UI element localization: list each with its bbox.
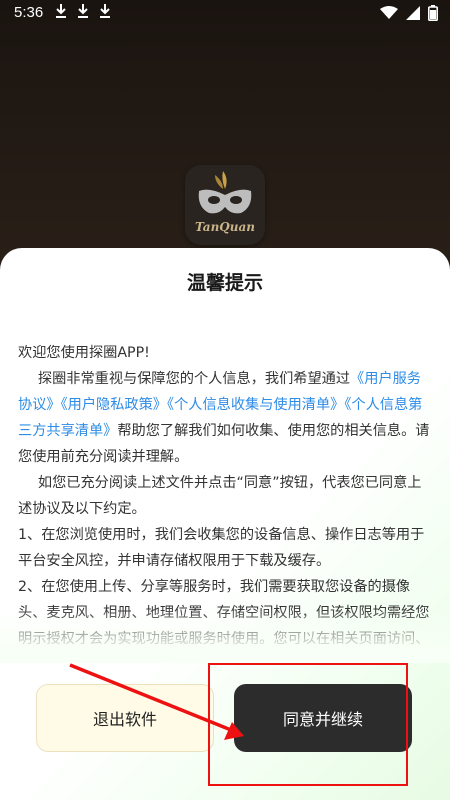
- term-1: 1、在您浏览使用时，我们会收集您的设备信息、操作日志等用于平台安全风控，并申请存…: [18, 527, 425, 569]
- privacy-dialog: 温馨提示 欢迎您使用探圈APP! 探圈非常重视与保障您的个人信息，我们希望通过《…: [0, 248, 450, 800]
- dialog-content[interactable]: 欢迎您使用探圈APP! 探圈非常重视与保障您的个人信息，我们希望通过《用户服务协…: [18, 340, 432, 646]
- privacy-policy-link[interactable]: 《用户隐私政策》: [61, 397, 167, 413]
- intro-text: 探圈非常重视与保障您的个人信息，我们希望通过: [37, 371, 351, 387]
- app-logo: TanQuan: [185, 165, 265, 245]
- download-icon: [56, 4, 66, 18]
- status-bar: 5:36: [0, 0, 450, 26]
- consent-paragraph: 如您已充分阅读上述文件并点击“同意”按钮，代表您已同意上述协议及以下约定。: [18, 475, 422, 517]
- download-icon: [100, 4, 110, 18]
- logo-text: TanQuan: [195, 220, 255, 234]
- status-notifications: [54, 3, 112, 19]
- content-fade: [0, 608, 450, 663]
- info-collection-list-link[interactable]: 《个人信息收集与使用清单》: [167, 397, 344, 413]
- signal-icon: [406, 6, 420, 20]
- intro-paragraph: 探圈非常重视与保障您的个人信息，我们希望通过《用户服务协议》《用户隐私政策》《个…: [18, 366, 432, 470]
- status-time: 5:36: [14, 4, 44, 21]
- wifi-icon: [380, 6, 398, 19]
- dialog-title: 温馨提示: [186, 272, 263, 294]
- status-icons: [380, 5, 438, 21]
- download-icon: [78, 4, 88, 18]
- exit-app-button[interactable]: 退出软件: [36, 684, 214, 752]
- greeting-text: 欢迎您使用探圈APP!: [18, 345, 150, 361]
- battery-icon: [428, 5, 438, 21]
- agree-continue-button[interactable]: 同意并继续: [234, 684, 412, 752]
